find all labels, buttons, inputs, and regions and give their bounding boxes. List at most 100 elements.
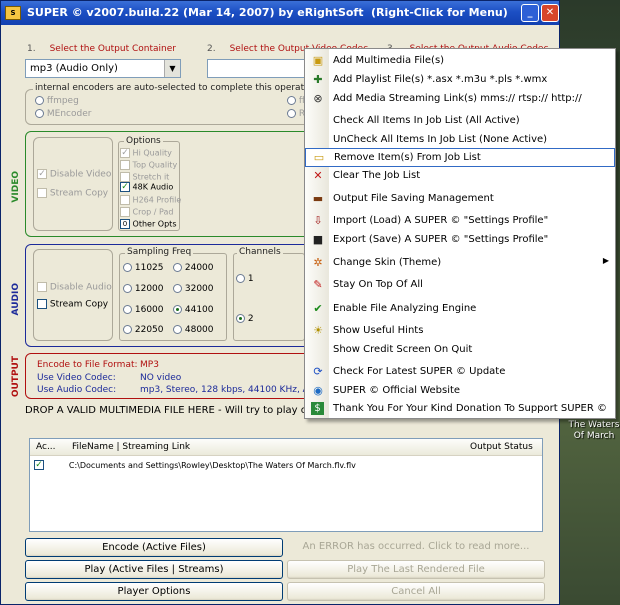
- drop-zone-text[interactable]: DROP A VALID MULTIMEDIA FILE HERE - Will…: [25, 405, 311, 416]
- disable-audio-option[interactable]: Disable Audio: [37, 282, 112, 293]
- menu-uncheck-all[interactable]: UnCheck All Items In Job List (None Acti…: [305, 131, 615, 149]
- butterfly-icon: ✲: [313, 256, 323, 269]
- output-format-label: Encode to File Format:: [37, 360, 138, 370]
- satellite-icon: ⊗: [313, 92, 323, 105]
- video-stream-copy-option[interactable]: Stream Copy: [37, 188, 108, 199]
- audio-codec-value: mp3, Stereo, 128 kbps, 44100 KHz, Au: [140, 385, 315, 395]
- channels-title: Channels: [237, 247, 283, 257]
- chevron-down-icon[interactable]: ▼: [164, 60, 180, 77]
- audio-disable-group: [33, 249, 113, 341]
- menu-add-streaming[interactable]: ⊗ Add Media Streaming Link(s) mms:// rts…: [305, 90, 615, 108]
- opt-h264-profile[interactable]: H264 Profile: [120, 195, 181, 205]
- ff-option-partial[interactable]: ff: [287, 96, 305, 106]
- video-codec-label: Use Video Codec:: [37, 373, 116, 383]
- container-select[interactable]: mp3 (Audio Only) ▼: [25, 59, 181, 78]
- ffmpeg-radio[interactable]: [35, 96, 44, 105]
- submenu-arrow-icon: ▶: [602, 256, 609, 265]
- output-section-label: OUTPUT: [11, 356, 21, 398]
- folder-remove-icon: ▭: [313, 151, 325, 164]
- table-row[interactable]: ✓ C:\Documents and Settings\Rowley\Deskt…: [34, 460, 356, 471]
- window-title: SUPER © v2007.build.22 (Mar 14, 2007) by…: [27, 6, 364, 19]
- mencoder-radio[interactable]: [35, 109, 44, 118]
- video-codec-select[interactable]: [207, 59, 317, 78]
- menu-show-hints[interactable]: ☀ Show Useful Hints: [305, 322, 615, 340]
- encode-button[interactable]: Encode (Active Files): [25, 538, 283, 557]
- output-format-value: MP3: [140, 360, 159, 370]
- menu-donation[interactable]: $ Thank You For Your Kind Donation To Su…: [305, 400, 615, 418]
- menu-stay-on-top[interactable]: ✎ Stay On Top Of All: [305, 276, 615, 294]
- r-option-partial[interactable]: R: [287, 109, 305, 119]
- playlist-add-icon: ✚: [313, 73, 323, 86]
- ffmpeg-option[interactable]: ffmpeg: [35, 96, 79, 106]
- freq-48000[interactable]: 48000: [173, 325, 214, 335]
- channels-group: [233, 253, 305, 341]
- menu-check-update[interactable]: ⟳ Check For Latest SUPER © Update: [305, 363, 615, 381]
- opt-stretch[interactable]: Stretch it: [120, 172, 169, 182]
- col-status[interactable]: Output Status: [470, 442, 533, 452]
- import-icon: ⇩: [313, 214, 323, 227]
- freq-24000[interactable]: 24000: [173, 263, 214, 273]
- menu-enable-analyzer[interactable]: ✔ Enable File Analyzing Engine: [305, 300, 615, 318]
- opt-48k-audio[interactable]: ✓ 48K Audio: [120, 182, 173, 192]
- opt-hi-quality[interactable]: ✓ Hi Quality: [120, 148, 172, 158]
- freq-22050[interactable]: 22050: [123, 325, 164, 335]
- lightbulb-icon: ☀: [313, 324, 323, 337]
- mencoder-option[interactable]: MEncoder: [35, 109, 91, 119]
- freq-16000[interactable]: 16000: [123, 305, 164, 315]
- update-icon: ⟳: [313, 365, 323, 378]
- audio-stream-copy-checkbox[interactable]: [37, 299, 47, 309]
- hard-drive-icon: ▬: [312, 192, 324, 205]
- opt-top-quality[interactable]: Top Quality: [120, 160, 177, 170]
- error-notice-button[interactable]: An ERROR has occurred. Click to read mor…: [287, 538, 545, 557]
- channel-1[interactable]: 1: [236, 274, 254, 284]
- video-codec-value: NO video: [140, 373, 182, 383]
- col-active[interactable]: Ac...: [36, 442, 56, 452]
- audio-codec-label: Use Audio Codec:: [37, 385, 117, 395]
- disable-video-option[interactable]: ✓ Disable Video: [37, 169, 111, 180]
- minimize-button[interactable]: _: [521, 4, 539, 22]
- opt-other-opts[interactable]: 0 Other Opts: [120, 219, 176, 229]
- player-options-button[interactable]: Player Options: [25, 582, 283, 601]
- menu-change-skin[interactable]: ✲ Change Skin (Theme) ▶: [305, 254, 615, 272]
- job-list[interactable]: Ac... FileName | Streaming Link Output S…: [29, 438, 543, 532]
- job-list-header: Ac... FileName | Streaming Link Output S…: [30, 439, 542, 456]
- title-hint: (Right-Click for Menu): [371, 6, 508, 19]
- audio-section-label: AUDIO: [11, 283, 21, 316]
- menu-import-profile[interactable]: ⇩ Import (Load) A SUPER © "Settings Prof…: [305, 212, 615, 230]
- menu-add-files[interactable]: ▣ Add Multimedia File(s): [305, 52, 615, 70]
- close-button[interactable]: ✕: [541, 4, 559, 22]
- video-stream-copy-checkbox[interactable]: [37, 188, 47, 198]
- channel-2[interactable]: 2: [236, 314, 254, 324]
- freq-11025[interactable]: 11025: [123, 263, 164, 273]
- sampling-freq-title: Sampling Freq: [125, 247, 194, 257]
- freq-12000[interactable]: 12000: [123, 284, 164, 294]
- menu-show-credits[interactable]: Show Credit Screen On Quit: [305, 341, 615, 359]
- col-filename[interactable]: FileName | Streaming Link: [72, 442, 190, 452]
- row-active-checkbox[interactable]: ✓: [34, 460, 44, 470]
- menu-export-profile[interactable]: ■ Export (Save) A SUPER © "Settings Prof…: [305, 231, 615, 249]
- context-menu: ▣ Add Multimedia File(s) ✚ Add Playlist …: [304, 48, 616, 419]
- cancel-all-button[interactable]: Cancel All: [287, 582, 545, 601]
- desktop-icon-label[interactable]: The Waters Of March: [568, 420, 620, 442]
- video-section-label: VIDEO: [11, 171, 21, 203]
- menu-clear-list[interactable]: ✕ Clear The Job List: [305, 167, 615, 185]
- disable-video-checkbox[interactable]: ✓: [37, 169, 47, 179]
- title-bar[interactable]: S SUPER © v2007.build.22 (Mar 14, 2007) …: [1, 1, 559, 25]
- freq-32000[interactable]: 32000: [173, 284, 214, 294]
- app-icon[interactable]: S: [5, 6, 21, 20]
- menu-add-playlist[interactable]: ✚ Add Playlist File(s) *.asx *.m3u *.pls…: [305, 71, 615, 89]
- disable-audio-checkbox[interactable]: [37, 282, 47, 292]
- audio-stream-copy-option[interactable]: Stream Copy: [37, 299, 108, 310]
- play-last-button[interactable]: Play The Last Rendered File: [287, 560, 545, 579]
- dollar-icon: $: [311, 402, 324, 415]
- menu-check-all[interactable]: Check All Items In Job List (All Active): [305, 112, 615, 130]
- play-button[interactable]: Play (Active Files | Streams): [25, 560, 283, 579]
- pushpin-icon: ✎: [313, 278, 323, 291]
- globe-icon: ◉: [313, 384, 323, 397]
- menu-official-website[interactable]: ◉ SUPER © Official Website: [305, 382, 615, 400]
- opt-crop-pad[interactable]: Crop / Pad: [120, 207, 173, 217]
- freq-44100[interactable]: 44100: [173, 305, 214, 315]
- checkmark-icon: ✔: [313, 302, 323, 315]
- menu-remove-items[interactable]: ▭ Remove Item(s) From Job List: [305, 148, 615, 167]
- menu-output-saving[interactable]: ▬ Output File Saving Management: [305, 190, 615, 208]
